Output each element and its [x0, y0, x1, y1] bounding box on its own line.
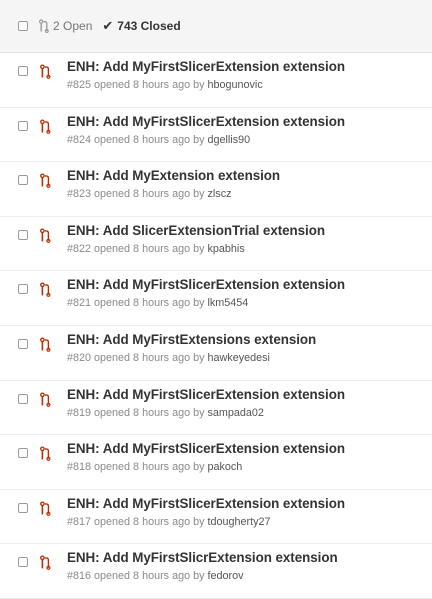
pull-request-row: ENH: Add MyFirstExtensions extension #82… — [0, 326, 432, 381]
pull-request-closed-icon — [40, 555, 51, 571]
opened-text: opened 8 hours ago by — [94, 133, 205, 146]
pull-request-meta: #821 opened 8 hours ago by lkm5454 — [67, 297, 248, 309]
pull-request-closed-icon — [40, 228, 51, 243]
pull-request-meta: #823 opened 8 hours ago by zlscz — [67, 188, 232, 200]
pull-request-meta: #818 opened 8 hours ago by pakoch — [67, 461, 242, 473]
pull-request-number[interactable]: #819 — [67, 407, 91, 419]
row-select-checkbox[interactable] — [18, 120, 28, 131]
pull-request-closed-icon — [40, 501, 51, 516]
pull-request-meta: #820 opened 8 hours ago by hawkeyedesi — [67, 352, 270, 364]
pull-request-row: ENH: Add MyFirstSlicerExtension extensio… — [0, 271, 432, 326]
author-link[interactable]: tdougherty27 — [208, 516, 271, 528]
checkmark-icon: ✔ — [102, 18, 114, 33]
pull-request-number[interactable]: #822 — [67, 243, 91, 255]
author-link[interactable]: kpabhis — [208, 243, 245, 255]
opened-text: opened 8 hours ago by — [94, 515, 205, 528]
pull-request-meta: #822 opened 8 hours ago by kpabhis — [67, 243, 245, 255]
author-link[interactable]: pakoch — [208, 461, 243, 473]
opened-text: opened 8 hours ago by — [94, 406, 205, 419]
opened-text: opened 8 hours ago by — [94, 351, 205, 364]
opened-text: opened 8 hours ago by — [94, 297, 205, 310]
open-count-label: 2 Open — [53, 19, 93, 33]
opened-text: opened 8 hours ago by — [94, 188, 205, 201]
pull-request-icon — [39, 19, 49, 33]
pull-request-title-link[interactable]: ENH: Add MyFirstSlicerExtension extensio… — [67, 59, 345, 74]
pull-request-list: ENH: Add MyFirstSlicerExtension extensio… — [0, 53, 432, 599]
pull-request-closed-icon — [40, 282, 51, 298]
closed-count-label: 743 Closed — [117, 19, 181, 33]
pull-request-number[interactable]: #825 — [67, 79, 91, 91]
row-select-checkbox[interactable] — [18, 175, 28, 186]
author-link[interactable]: lkm5454 — [208, 297, 249, 309]
pull-request-title-link[interactable]: ENH: Add MyFirstSlicerExtension extensio… — [67, 496, 345, 511]
pull-request-number[interactable]: #817 — [67, 516, 91, 528]
row-select-checkbox[interactable] — [18, 229, 28, 240]
pull-request-number[interactable]: #820 — [67, 352, 91, 364]
author-link[interactable]: hbogunovic — [208, 79, 263, 91]
pull-request-meta: #824 opened 8 hours ago by dgellis90 — [67, 134, 250, 146]
opened-text: opened 8 hours ago by — [94, 242, 205, 255]
pull-request-title-link[interactable]: ENH: Add MyFirstSlicerExtension extensio… — [67, 441, 345, 456]
pull-request-meta: #817 opened 8 hours ago by tdougherty27 — [67, 516, 271, 528]
pull-request-closed-icon — [40, 119, 51, 134]
pull-request-row: ENH: Add MyFirstSlicerExtension extensio… — [0, 381, 432, 436]
pull-request-row: ENH: Add MyFirstSlicerExtension extensio… — [0, 53, 432, 108]
open-filter-link[interactable]: 2 Open — [39, 19, 92, 33]
pull-request-closed-icon — [40, 337, 51, 352]
pull-request-title-link[interactable]: ENH: Add SlicerExtensionTrial extension — [67, 223, 325, 238]
pull-request-row: ENH: Add SlicerExtensionTrial extension … — [0, 217, 432, 272]
row-select-checkbox[interactable] — [18, 338, 28, 349]
pull-request-number[interactable]: #823 — [67, 188, 91, 200]
pull-request-title-link[interactable]: ENH: Add MyFirstExtensions extension — [67, 332, 316, 347]
opened-text: opened 8 hours ago by — [94, 461, 205, 474]
pull-request-meta: #825 opened 8 hours ago by hbogunovic — [67, 79, 263, 91]
pull-request-row: ENH: Add MyFirstSlicerExtension extensio… — [0, 490, 432, 545]
row-select-checkbox[interactable] — [18, 557, 28, 568]
pull-request-number[interactable]: #824 — [67, 134, 91, 146]
row-select-checkbox[interactable] — [18, 393, 28, 404]
author-link[interactable]: sampada02 — [208, 407, 264, 419]
pull-request-row: ENH: Add MyFirstSlicerExtension extensio… — [0, 108, 432, 163]
pull-request-title-link[interactable]: ENH: Add MyExtension extension — [67, 168, 280, 183]
author-link[interactable]: fedorov — [208, 570, 244, 582]
issues-list-header: 2 Open ✔ 743 Closed — [0, 0, 432, 53]
author-link[interactable]: zlscz — [208, 188, 232, 200]
pull-request-number[interactable]: #818 — [67, 461, 91, 473]
pull-request-closed-icon — [40, 446, 51, 462]
closed-filter-link[interactable]: ✔ 743 Closed — [102, 18, 180, 34]
pull-request-closed-icon — [40, 392, 51, 407]
pull-request-title-link[interactable]: ENH: Add MyFirstSlicerExtension extensio… — [67, 114, 345, 129]
pull-request-title-link[interactable]: ENH: Add MyFirstSlicerExtension extensio… — [67, 387, 345, 402]
select-all-checkbox[interactable] — [18, 21, 28, 31]
pull-request-closed-icon — [40, 173, 51, 189]
pull-request-meta: #819 opened 8 hours ago by sampada02 — [67, 407, 264, 419]
pull-request-title-link[interactable]: ENH: Add MyFirstSlicerExtension extensio… — [67, 277, 345, 292]
row-select-checkbox[interactable] — [18, 66, 28, 76]
row-select-checkbox[interactable] — [18, 448, 28, 459]
row-select-checkbox[interactable] — [18, 284, 28, 295]
pull-request-number[interactable]: #816 — [67, 570, 91, 582]
row-select-checkbox[interactable] — [18, 502, 28, 513]
pull-request-row: ENH: Add MyFirstSlicerExtension extensio… — [0, 435, 432, 490]
pull-request-number[interactable]: #821 — [67, 297, 91, 309]
opened-text: opened 8 hours ago by — [94, 570, 205, 583]
pull-request-row: ENH: Add MyFirstSlicrExtension extension… — [0, 544, 432, 599]
pull-request-meta: #816 opened 8 hours ago by fedorov — [67, 570, 244, 582]
pull-request-row: ENH: Add MyExtension extension #823 open… — [0, 162, 432, 217]
pull-request-title-link[interactable]: ENH: Add MyFirstSlicrExtension extension — [67, 550, 338, 565]
pull-request-closed-icon — [40, 64, 51, 79]
author-link[interactable]: hawkeyedesi — [208, 352, 270, 364]
author-link[interactable]: dgellis90 — [208, 134, 251, 146]
opened-text: opened 8 hours ago by — [94, 79, 205, 91]
